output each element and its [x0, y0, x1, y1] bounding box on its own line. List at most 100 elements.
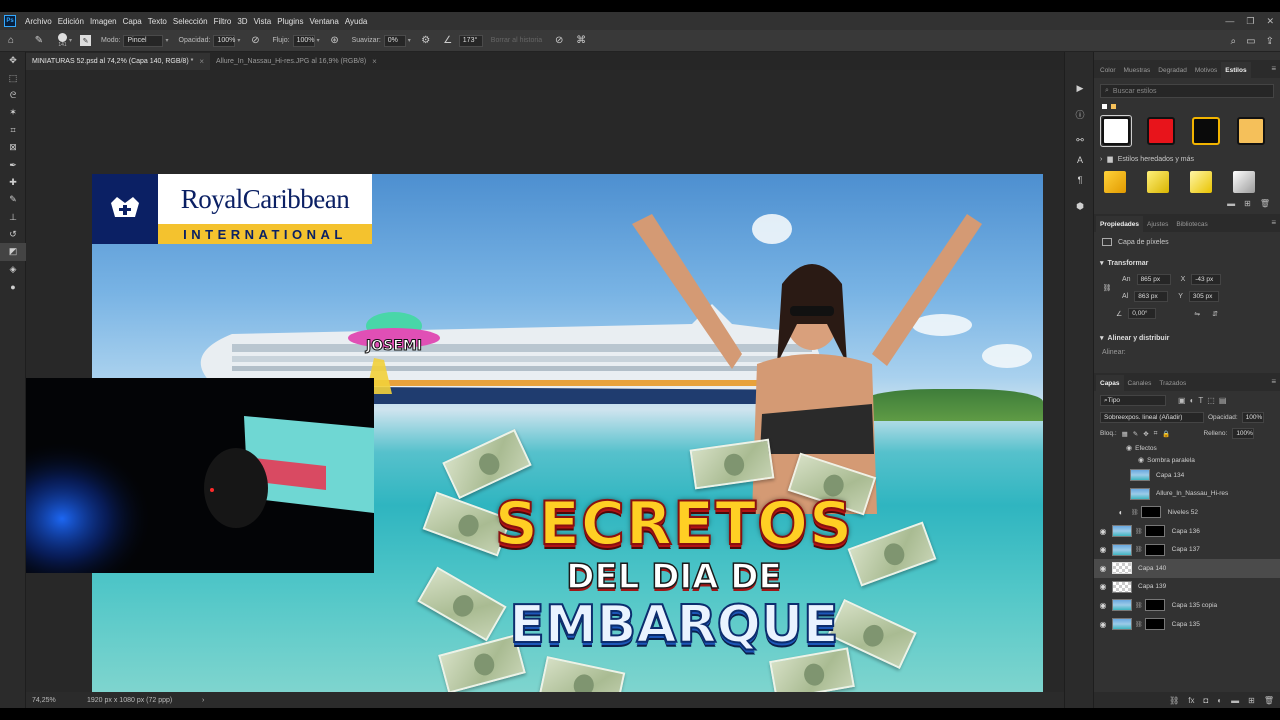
eye-icon[interactable]: ◉	[1094, 582, 1112, 591]
link-icon[interactable]: ⛓	[1135, 528, 1143, 535]
tab-propiedades[interactable]: Propiedades	[1096, 216, 1144, 232]
new-folder-icon[interactable]: ▬	[1227, 199, 1235, 208]
workspace-icon[interactable]: ▭	[1246, 36, 1255, 47]
tab-degradados[interactable]: Degradad	[1154, 62, 1191, 78]
layer-name[interactable]: Capa 134	[1156, 472, 1184, 479]
chevron-down-icon[interactable]: ▾	[69, 37, 72, 44]
menu-edicion[interactable]: Edición	[58, 17, 84, 26]
paint-bucket-tool-icon[interactable]: ◈	[0, 261, 26, 278]
panel-menu-icon[interactable]: ≡	[1271, 218, 1276, 227]
style-red[interactable]	[1145, 115, 1177, 147]
layer-row[interactable]: ◉ ⛓ Capa 136	[1094, 522, 1280, 541]
styles-search-input[interactable]: ⌕ Buscar estilos	[1100, 84, 1274, 98]
link-icon[interactable]: ⛓	[1131, 509, 1139, 516]
link-proportions-icon[interactable]: ⛓	[1100, 271, 1114, 305]
x-input[interactable]: -43 px	[1191, 274, 1222, 285]
3d-cube-icon[interactable]: ⬢	[1065, 196, 1095, 216]
symmetry-icon[interactable]: ⌘	[574, 34, 588, 48]
layer-name[interactable]: Capa 135 copia	[1172, 602, 1218, 609]
stamp-tool-icon[interactable]: ⊥	[0, 209, 26, 226]
filter-adjustment-icon[interactable]: ◐	[1190, 396, 1195, 405]
menu-imagen[interactable]: Imagen	[90, 17, 117, 26]
flip-vertical-icon[interactable]: ⇵	[1212, 310, 1218, 318]
menu-capa[interactable]: Capa	[123, 17, 142, 26]
tab-muestras[interactable]: Muestras	[1120, 62, 1155, 78]
align-section[interactable]: ▾ Alinear y distribuir	[1094, 330, 1280, 346]
close-icon[interactable]: ✕	[1266, 16, 1274, 27]
chevron-down-icon[interactable]: ▾	[237, 37, 240, 44]
gear-icon[interactable]: ⚙	[419, 34, 433, 48]
chevron-down-icon[interactable]: ▾	[408, 37, 411, 44]
recent-style-swatch[interactable]	[1102, 104, 1107, 109]
recent-style-swatch[interactable]	[1111, 104, 1116, 109]
layer-mask-thumbnail[interactable]	[1144, 525, 1165, 538]
minimize-icon[interactable]: —	[1225, 16, 1234, 26]
layer-row-selected[interactable]: ◉ Capa 140	[1094, 558, 1280, 578]
styles-folder[interactable]: › ▆ Estilos heredados y más	[1094, 151, 1280, 167]
opacity-input[interactable]: 100%	[213, 34, 236, 47]
layer-name[interactable]: Capa 140	[1138, 565, 1166, 572]
trash-icon[interactable]: 🗑	[1260, 199, 1270, 208]
y-input[interactable]: 305 px	[1188, 291, 1219, 302]
lock-transparency-icon[interactable]: ▦	[1122, 430, 1128, 438]
height-input[interactable]: 863 px	[1134, 291, 1169, 302]
style-silver[interactable]	[1233, 171, 1255, 193]
brush-settings-icon[interactable]: ✎	[80, 35, 92, 46]
chevron-down-icon[interactable]: ▾	[317, 37, 320, 44]
style-gold-1[interactable]	[1104, 171, 1126, 193]
home-icon[interactable]: ⌂	[4, 34, 18, 48]
layer-mask-thumbnail[interactable]	[1140, 506, 1161, 519]
lock-pixels-icon[interactable]: ✎	[1133, 430, 1138, 438]
blend-mode-select[interactable]: Sobreexpos. lineal (Añadir)	[1100, 412, 1204, 423]
info-icon[interactable]: ⓘ	[1065, 104, 1095, 124]
tab-miniaturas[interactable]: MINIATURAS 52.psd al 74,2% (Capa 140, RG…	[26, 53, 210, 70]
new-group-icon[interactable]: ▬	[1231, 696, 1239, 705]
tab-bibliotecas[interactable]: Bibliotecas	[1172, 216, 1211, 232]
blur-tool-icon[interactable]: ●	[0, 278, 26, 295]
play-actions-icon[interactable]: ▶	[1065, 78, 1095, 98]
tab-color[interactable]: Color	[1096, 62, 1120, 78]
restore-icon[interactable]: ❐	[1246, 16, 1254, 27]
tab-capas[interactable]: Capas	[1096, 375, 1124, 391]
eye-icon[interactable]: ◉	[1094, 545, 1112, 554]
brush-tool-icon[interactable]: ✎	[0, 191, 26, 208]
filter-type-icon[interactable]: T	[1198, 396, 1203, 405]
brush-settings-panel-icon[interactable]: ⚯	[1065, 130, 1095, 150]
style-gold[interactable]	[1235, 115, 1267, 147]
filter-pixel-icon[interactable]: ▣	[1178, 396, 1186, 405]
canvas-workspace[interactable]: RoyalCaribbean INTERNATIONAL JOSEMI SECR…	[26, 70, 1064, 708]
drop-shadow-row[interactable]: ◉ Sombra paralela	[1094, 454, 1280, 466]
mode-select[interactable]: Pincel	[123, 34, 164, 47]
layer-row[interactable]: ◉ ⛓ Capa 137	[1094, 540, 1280, 559]
layer-name[interactable]: Niveles 52	[1168, 509, 1198, 516]
brush-preset-picker[interactable]: 141	[58, 33, 67, 48]
style-black[interactable]	[1190, 115, 1222, 147]
add-mask-icon[interactable]: ◘	[1203, 696, 1208, 705]
layer-row[interactable]: Capa 134	[1094, 466, 1280, 485]
pressure-opacity-icon[interactable]: ⊘	[248, 34, 262, 48]
close-tab-icon[interactable]: ×	[372, 57, 377, 66]
menu-seleccion[interactable]: Selección	[173, 17, 208, 26]
healing-tool-icon[interactable]: ✚	[0, 174, 26, 191]
eyedropper-tool-icon[interactable]: ✒	[0, 156, 26, 173]
link-layers-icon[interactable]: ⛓	[1169, 696, 1179, 705]
eraser-tool-icon[interactable]: ◩	[0, 243, 26, 261]
chevron-down-icon[interactable]: ▾	[165, 37, 168, 44]
eye-icon[interactable]: ◉	[1138, 456, 1144, 464]
character-icon[interactable]: A	[1065, 150, 1095, 170]
share-icon[interactable]: ⇪	[1266, 36, 1274, 47]
fx-icon[interactable]: fx	[1188, 696, 1194, 705]
menu-vista[interactable]: Vista	[254, 17, 272, 26]
layer-row[interactable]: ◉ ⛓ Capa 135	[1094, 615, 1280, 634]
tab-estilos[interactable]: Estilos	[1221, 62, 1251, 78]
tab-ajustes[interactable]: Ajustes	[1143, 216, 1172, 232]
menu-archivo[interactable]: Archivo	[25, 17, 52, 26]
link-icon[interactable]: ⛓	[1135, 546, 1143, 553]
layer-row[interactable]: ◐ ⛓ Niveles 52	[1094, 503, 1280, 522]
transform-section[interactable]: ▾ Transformar	[1094, 255, 1280, 271]
tab-allure[interactable]: Allure_In_Nassau_Hi-res.JPG al 16,9% (RG…	[210, 53, 383, 70]
layer-row[interactable]: ◉ ⛓ Capa 135 copia	[1094, 596, 1280, 615]
photoshop-logo[interactable]: Ps	[4, 15, 16, 27]
lock-artboard-icon[interactable]: ⌗	[1154, 430, 1158, 438]
style-gold-3[interactable]	[1190, 171, 1212, 193]
